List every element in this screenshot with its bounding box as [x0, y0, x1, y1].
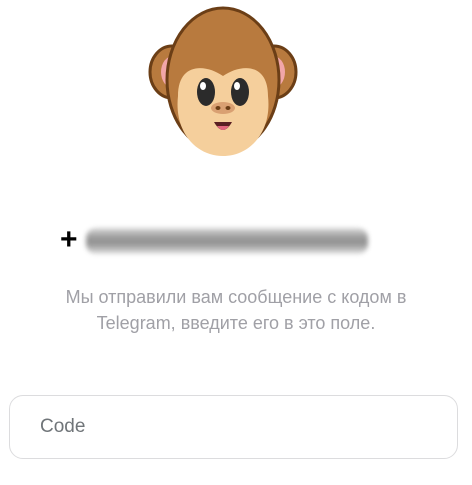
code-input[interactable]: [40, 396, 440, 458]
phone-number: +: [60, 222, 380, 258]
monkey-face-icon: [148, 6, 298, 156]
message-line-1: Мы отправили вам сообщение с кодом в: [65, 287, 407, 307]
phone-prefix: +: [60, 223, 78, 256]
phone-number-blurred: [86, 228, 368, 254]
code-field[interactable]: [9, 395, 458, 459]
message-line-2: Telegram, введите его в это поле.: [96, 313, 376, 333]
code-sent-message: Мы отправили вам сообщение с кодом в Tel…: [20, 284, 452, 336]
monkey-sticker: [148, 4, 298, 160]
telegram-code-screen: + Мы отправили вам сообщение с кодом в T…: [0, 0, 472, 485]
